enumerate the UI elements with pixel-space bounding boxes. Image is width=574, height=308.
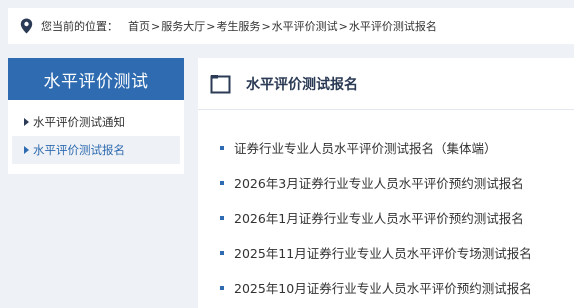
sidebar-item-registration[interactable]: 水平评价测试报名	[12, 136, 180, 164]
square-bullet-icon	[220, 145, 224, 150]
list-item[interactable]: 2025年10月证券行业专业人员水平评价预约测试报名	[198, 270, 574, 305]
list-item-label: 证券行业专业人员水平评价测试报名（集体端）	[234, 141, 497, 156]
breadcrumb-separator: >	[338, 19, 348, 33]
breadcrumb-level-test[interactable]: 水平评价测试	[272, 18, 338, 34]
triangle-right-icon	[24, 146, 29, 154]
square-bullet-icon	[220, 215, 224, 220]
square-bullet-icon	[220, 285, 224, 290]
sidebar: 水平评价测试 水平评价测试通知 水平评价测试报名	[8, 58, 184, 174]
sidebar-title: 水平评价测试	[8, 58, 184, 100]
breadcrumb-bar: 您当前的位置： 首页 > 服务大厅 > 考生服务 > 水平评价测试 > 水平评价…	[8, 8, 574, 44]
registration-list: 证券行业专业人员水平评价测试报名（集体端） 2026年3月证券行业专业人员水平评…	[198, 110, 574, 305]
frame-icon	[210, 74, 231, 93]
list-item[interactable]: 2026年1月证券行业专业人员水平评价预约测试报名	[198, 200, 574, 235]
breadcrumb-prefix: 您当前的位置：	[41, 20, 118, 33]
main-header: 水平评价测试报名	[198, 58, 574, 110]
breadcrumb-current[interactable]: 水平评价测试报名	[349, 18, 437, 34]
list-item[interactable]: 2025年11月证券行业专业人员水平评价专场测试报名	[198, 235, 574, 270]
page-title: 水平评价测试报名	[246, 76, 358, 93]
breadcrumb-home[interactable]: 首页	[128, 18, 150, 34]
list-item-label: 2025年11月证券行业专业人员水平评价专场测试报名	[234, 246, 532, 261]
list-item-label: 2026年1月证券行业专业人员水平评价预约测试报名	[234, 211, 524, 226]
triangle-right-icon	[24, 118, 29, 126]
sidebar-item-label: 水平评价测试通知	[33, 115, 125, 129]
main-panel: 水平评价测试报名 证券行业专业人员水平评价测试报名（集体端） 2026年3月证券…	[198, 58, 574, 308]
breadcrumb-separator: >	[261, 19, 271, 33]
sidebar-item-label: 水平评价测试报名	[33, 143, 125, 157]
square-bullet-icon	[220, 180, 224, 185]
breadcrumb-separator: >	[206, 19, 216, 33]
breadcrumb-candidate-service[interactable]: 考生服务	[216, 18, 260, 34]
breadcrumb-service-hall[interactable]: 服务大厅	[161, 18, 205, 34]
breadcrumb-separator: >	[151, 19, 161, 33]
square-bullet-icon	[220, 250, 224, 255]
list-item[interactable]: 2026年3月证券行业专业人员水平评价预约测试报名	[198, 165, 574, 200]
map-pin-icon	[20, 18, 33, 34]
list-item[interactable]: 证券行业专业人员水平评价测试报名（集体端）	[198, 130, 574, 165]
sidebar-item-notice[interactable]: 水平评价测试通知	[12, 108, 180, 136]
list-item-label: 2025年10月证券行业专业人员水平评价预约测试报名	[234, 281, 532, 296]
list-item-label: 2026年3月证券行业专业人员水平评价预约测试报名	[234, 176, 524, 191]
